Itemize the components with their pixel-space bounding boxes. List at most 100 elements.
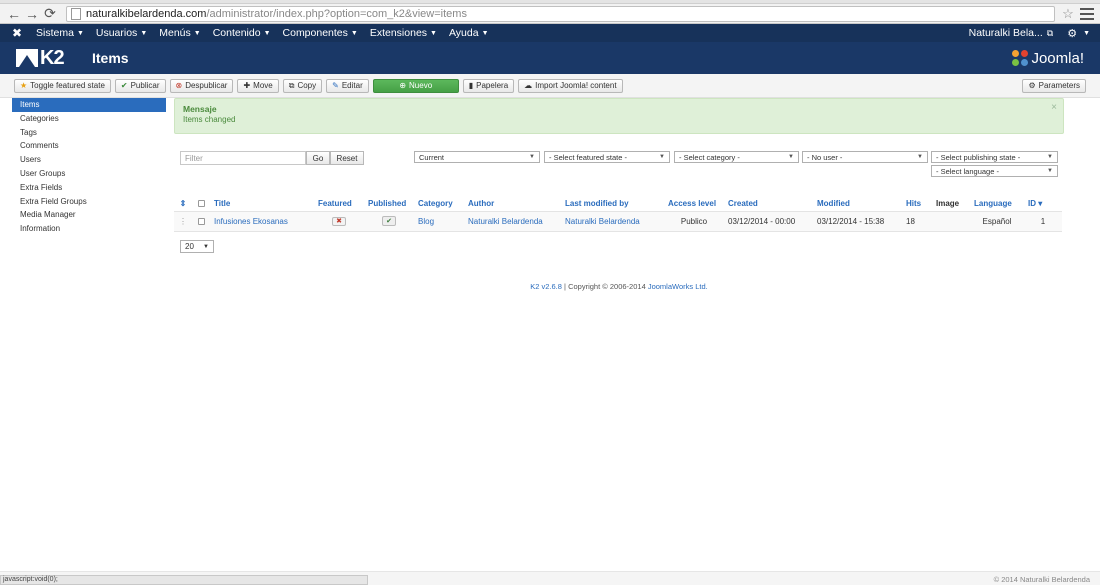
col-created[interactable]: Created (724, 196, 813, 211)
joomla-logo-icon (1012, 50, 1029, 66)
trash-filter-select[interactable]: Current ▼ (414, 151, 540, 163)
forward-arrow-icon[interactable]: → (24, 6, 40, 22)
drag-handle-icon[interactable]: ⋮ (179, 217, 187, 226)
toolbar: ★ Toggle featured state ✔ Publicar ⊗ Despub… (0, 74, 1100, 98)
col-id[interactable]: ID ▾ (1024, 196, 1062, 211)
col-access-level[interactable]: Access level (664, 196, 724, 211)
menu-sistema[interactable]: Sistema ▼ (36, 27, 84, 39)
sidebar-item-users[interactable]: Users (12, 153, 166, 167)
last-modified-by-link[interactable]: Naturalki Belardenda (565, 217, 640, 226)
sidebar-item-categories[interactable]: Categories (12, 112, 166, 126)
new-button[interactable]: ⊕ Nuevo (372, 78, 459, 93)
joomla-logo: Joomla! (1012, 50, 1084, 67)
menu-ayuda[interactable]: Ayuda ▼ (449, 27, 489, 39)
joomla-logo-text: Joomla! (1031, 49, 1084, 67)
sidebar-item-media-manager[interactable]: Media Manager (12, 208, 166, 222)
filter-bar: Filter Go Reset Current ▼ - Select featur… (180, 151, 1064, 183)
sidebar-item-tags[interactable]: Tags (12, 126, 166, 140)
col-category[interactable]: Category (414, 196, 464, 211)
menu-contenido[interactable]: Contenido ▼ (213, 27, 271, 39)
sidebar-item-extra-fields[interactable]: Extra Fields (12, 181, 166, 195)
reset-button[interactable]: Reset (330, 151, 364, 165)
col-author[interactable]: Author (464, 196, 561, 211)
button-label: Toggle featured state (30, 81, 105, 90)
parameters-button[interactable]: ⚙ Parameters (1022, 78, 1086, 93)
col-title[interactable]: Title (210, 196, 314, 211)
select-value: - No user - (807, 152, 843, 162)
menu-extensiones[interactable]: Extensiones ▼ (370, 27, 437, 39)
publishing-filter-select[interactable]: - Select publishing state - ▼ (931, 151, 1058, 163)
sidebar-item-items[interactable]: Items (12, 98, 166, 112)
col-published[interactable]: Published (364, 196, 414, 211)
category-filter-select[interactable]: - Select category - ▼ (674, 151, 799, 163)
category-link[interactable]: Blog (418, 217, 434, 226)
col-featured[interactable]: Featured (314, 196, 364, 211)
select-all-checkbox[interactable] (197, 200, 205, 208)
import-button[interactable]: ☁ Import Joomla! content (518, 78, 623, 93)
sidebar-item-extra-field-groups[interactable]: Extra Field Groups (12, 195, 166, 209)
trash-button[interactable]: ▮ Papelera (462, 78, 515, 93)
item-title-link[interactable]: Infusiones Ekosanas (214, 217, 288, 226)
copy-button[interactable]: ⧉ Copy (282, 78, 323, 93)
browser-status-bar: javascript:void(0); (0, 575, 368, 585)
joomlaworks-link[interactable]: JoomlaWorks Ltd. (648, 282, 708, 291)
close-icon[interactable]: × (1051, 102, 1057, 113)
sidebar-item-comments[interactable]: Comments (12, 139, 166, 153)
move-button[interactable]: ✚ Move (237, 78, 279, 93)
published-toggle-icon[interactable]: ✔ (382, 216, 396, 226)
unfeatured-toggle-icon[interactable]: ✖ (332, 216, 346, 226)
user-filter-select[interactable]: - No user - ▼ (802, 151, 928, 163)
menu-label: Componentes (282, 27, 348, 39)
publish-button[interactable]: ✔ Publicar (114, 78, 166, 93)
sidebar-item-information[interactable]: Information (12, 222, 166, 236)
gear-icon[interactable]: ⚙ (1067, 27, 1077, 40)
image-cell (932, 210, 970, 232)
col-modified[interactable]: Modified (813, 196, 902, 211)
plus-circle-icon: ⊕ (399, 81, 407, 90)
menu-usuarios[interactable]: Usuarios ▼ (96, 27, 147, 39)
joomla-mini-icon[interactable]: ✖ (10, 26, 24, 40)
edit-button[interactable]: ✎ Editar (326, 78, 369, 93)
go-button[interactable]: Go (306, 151, 330, 165)
chevron-down-icon: ▼ (529, 154, 535, 160)
caret-down-icon: ▼ (350, 29, 358, 37)
copy-icon: ⧉ (288, 80, 295, 90)
browser-menu-icon[interactable] (1080, 7, 1094, 20)
search-input[interactable]: Filter (180, 151, 306, 165)
site-copyright: © 2014 Naturalki Belardenda (993, 575, 1090, 584)
url-path: /administrator/index.php?option=com_k2&v… (206, 7, 467, 20)
author-link[interactable]: Naturalki Belardenda (468, 217, 543, 226)
bookmark-star-icon[interactable]: ☆ (1060, 6, 1076, 22)
reload-icon[interactable]: ⟳ (42, 5, 58, 22)
col-hits[interactable]: Hits (902, 196, 932, 211)
back-arrow-icon[interactable]: ← (6, 6, 22, 22)
col-last-modified-by[interactable]: Last modified by (561, 196, 664, 211)
chevron-down-icon: ▼ (203, 243, 209, 250)
select-value: - Select featured state - (549, 152, 627, 162)
select-all-cell (192, 196, 210, 211)
caret-down-icon[interactable]: ▼ (1083, 30, 1090, 37)
url-input[interactable]: naturalkibelardenda.com/administrator/in… (66, 5, 1055, 22)
select-value: - Select category - (679, 152, 740, 162)
button-label: Nuevo (409, 81, 433, 90)
k2-footer: K2 v2.6.8 | Copyright © 2006-2014 Joomla… (174, 282, 1064, 291)
menu-componentes[interactable]: Componentes ▼ (283, 27, 358, 39)
featured-filter-select[interactable]: - Select featured state - ▼ (544, 151, 670, 163)
menu-label: Usuarios (95, 27, 138, 39)
sidebar-item-user-groups[interactable]: User Groups (12, 167, 166, 181)
language-filter-select[interactable]: - Select language - ▼ (931, 165, 1058, 177)
k2-version-link[interactable]: K2 v2.6.8 (530, 282, 562, 291)
component-header: K2 Items Joomla! (0, 42, 1100, 74)
button-label: Editar (341, 81, 363, 90)
col-language[interactable]: Language (970, 196, 1024, 211)
author-cell: Naturalki Belardenda (464, 210, 561, 232)
select-value: - Select publishing state - (936, 152, 1021, 162)
row-checkbox[interactable] (197, 217, 205, 225)
menu-menus[interactable]: Menús ▼ (159, 27, 200, 39)
list-limit-select[interactable]: 20 ▼ (180, 240, 214, 253)
caret-down-icon: ▼ (76, 29, 84, 37)
unpublish-button[interactable]: ⊗ Despublicar (169, 78, 234, 93)
ordering-sort-icon[interactable]: ⇕ (174, 196, 192, 211)
site-user-link[interactable]: Naturalki Bela... (969, 27, 1043, 39)
toggle-featured-button[interactable]: ★ Toggle featured state (14, 78, 111, 93)
